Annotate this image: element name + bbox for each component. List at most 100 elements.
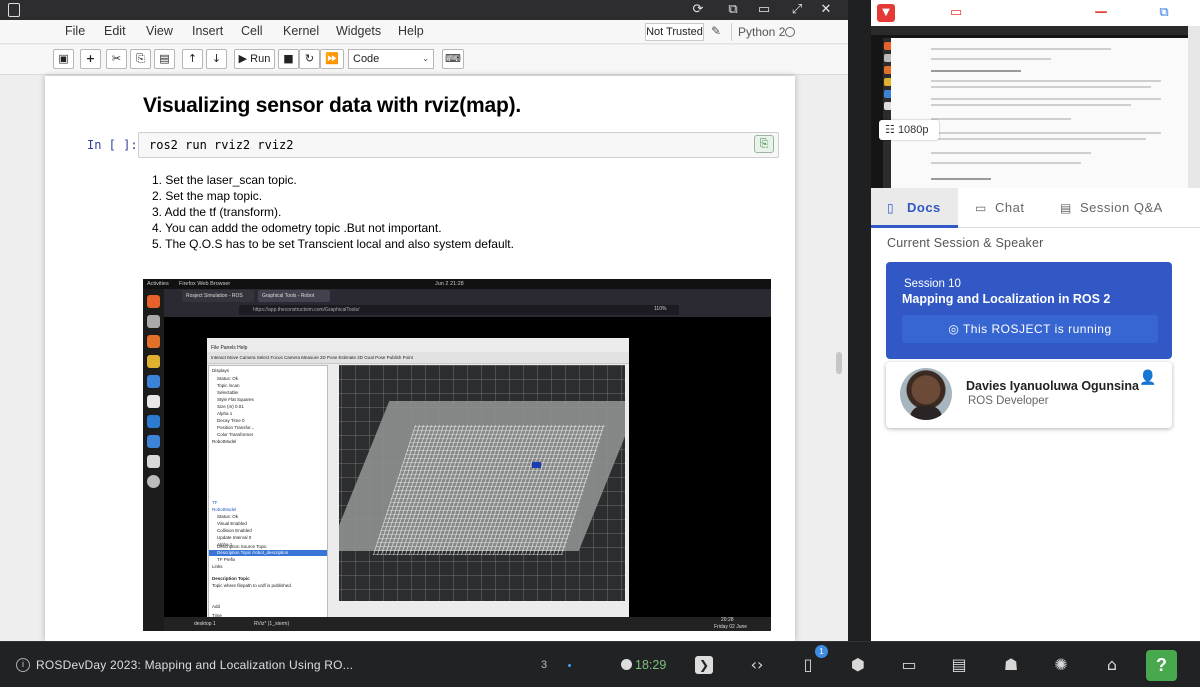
minimize-icon[interactable]: ▭ [755, 2, 773, 18]
menu-view[interactable]: View [146, 24, 173, 38]
description-title: Description Topic [212, 576, 250, 581]
bottom-bar: i ROSDevDay 2023: Mapping and Localizati… [0, 641, 1200, 687]
video-document [891, 38, 1188, 188]
info-icon[interactable]: i [16, 658, 30, 672]
remote-taskbar: desktop 1 RViz* (1_xterm) 20:28 Friday 0… [164, 617, 771, 631]
cell-type-select[interactable]: Code ⌄ [348, 49, 434, 69]
session-card[interactable]: Session 10 Mapping and Localization in R… [886, 262, 1172, 359]
save-icon[interactable]: ▣ [53, 49, 74, 69]
running-label: This ROSJECT is running [962, 322, 1112, 336]
help-button[interactable]: ? [1146, 650, 1177, 681]
quality-chip[interactable]: ☷ 1080p [879, 120, 939, 140]
app-icon [147, 475, 160, 488]
notebook-area[interactable]: Visualizing sensor data with rviz(map). … [0, 76, 848, 641]
rosject-running-button[interactable]: ◎ This ROSJECT is running [902, 315, 1158, 343]
tab-label: Session Q&A [1080, 200, 1163, 215]
display-row: Size (m) 0.01 [217, 404, 244, 409]
menu-help[interactable]: Help [398, 24, 424, 38]
restart-icon[interactable]: ↻ [299, 49, 320, 69]
browser-tab: Graphical Tools - Robot [258, 290, 330, 302]
files-icon [147, 315, 160, 328]
menu-kernel[interactable]: Kernel [283, 24, 319, 38]
desktop: ⟳ ⧉ ▭ ⤢ ✕ File Edit View Insert Cell Ker… [0, 0, 1200, 687]
chat-icon: ▭ [975, 201, 987, 216]
panel-scrollbar[interactable] [1188, 26, 1200, 188]
rviz-window: File Panels Help Interact Move Camera Se… [207, 338, 629, 623]
restart-run-all-icon[interactable]: ⏩ [320, 49, 344, 69]
steps-list: 1. Set the laser_scan topic. 2. Set the … [152, 172, 514, 252]
sidebar-toggle-icon[interactable] [8, 3, 20, 17]
display-row: Collision Enabled [217, 528, 252, 533]
text-line [931, 132, 1161, 134]
paste-icon[interactable]: ▤ [154, 49, 175, 69]
cell-type-value: Code [353, 53, 380, 65]
top-clock: Jun 2 21:28 [435, 281, 464, 287]
tab-session-qa[interactable]: ▤ Session Q&A [1060, 188, 1200, 228]
code-editor-icon[interactable]: ‹› [746, 654, 768, 676]
desktop-icon[interactable]: ▭ [898, 654, 920, 676]
chevron-down-icon: ⌄ [422, 54, 429, 63]
trust-button[interactable]: Not Trusted [645, 23, 704, 41]
page-count: 3 [541, 659, 548, 671]
code-text[interactable]: ros2 run rviz2 rviz2 [149, 138, 294, 152]
clock-value: 18:29 [635, 658, 667, 672]
record-icon[interactable]: ▼ [877, 4, 895, 22]
move-up-icon[interactable]: ↑ [182, 49, 203, 69]
rviz-toolbar: Interact Move Camera Select Focus Camera… [207, 352, 629, 364]
copy-icon[interactable]: ⎘ [130, 49, 151, 69]
robot-model [532, 462, 541, 468]
display-row: Status: Ok [217, 376, 239, 381]
vscode-icon [147, 435, 160, 448]
text-line [931, 162, 1081, 164]
terminal-icon[interactable]: ❯ [695, 656, 713, 674]
code-cell[interactable]: ros2 run rviz2 rviz2 ⎘ [138, 132, 779, 158]
display-row: Displays [212, 368, 230, 373]
text-line [931, 70, 1021, 72]
window-titlebar: ⟳ ⧉ ▭ ⤢ ✕ [0, 0, 848, 20]
popout-icon[interactable]: ⧉ [1153, 4, 1175, 22]
clock-icon [621, 659, 632, 670]
display-row: Visual Enabled [217, 521, 247, 526]
tab-docs[interactable]: ▯ Docs [871, 188, 958, 228]
app-name: Firefox Web Browser [179, 281, 231, 287]
copy-code-icon[interactable]: ⎘ [754, 135, 774, 153]
fullscreen-icon[interactable]: ⤢ [788, 2, 806, 18]
add-person-icon[interactable]: 👤 [1139, 370, 1156, 386]
interrupt-icon[interactable]: ■ [278, 49, 299, 69]
notebook-toolbar: ▣ + ✂ ⎘ ▤ ↑ ↓ ▶ Run ■ ↻ ⏩ Code ⌄ ⌨ [0, 45, 848, 75]
rviz-task: RViz* (1_xterm) [254, 621, 290, 627]
refresh-icon[interactable]: ⟳ [689, 2, 707, 18]
ubuntu-dock [143, 289, 164, 631]
app-icon [147, 415, 160, 428]
book-icon[interactable]: ▤ [948, 654, 970, 676]
copy-window-icon[interactable]: ⧉ [724, 2, 742, 18]
menu-cell[interactable]: Cell [241, 24, 263, 38]
run-button[interactable]: ▶ Run [234, 49, 275, 69]
display-row: Style Flat Squares [217, 397, 254, 402]
minus-icon[interactable]: — [1089, 4, 1113, 22]
robot-icon[interactable]: ☗ [1000, 654, 1022, 676]
menu-edit[interactable]: Edit [104, 24, 126, 38]
ai-assistant-icon[interactable]: ✺ [1050, 654, 1072, 676]
home-icon[interactable]: ⌂ [1101, 654, 1123, 676]
edit-pencil-icon[interactable]: ✎ [711, 24, 721, 38]
move-down-icon[interactable]: ↓ [206, 49, 227, 69]
notebook-icon[interactable]: ▯ [797, 654, 819, 676]
close-icon[interactable]: ✕ [817, 2, 835, 18]
add-cell-icon[interactable]: + [80, 49, 101, 69]
video-player[interactable]: ☷ 1080p [871, 26, 1188, 188]
app-icon [147, 355, 160, 368]
scrollbar-thumb[interactable] [836, 352, 842, 374]
tab-chat[interactable]: ▭ Chat [975, 188, 1045, 228]
app-icon [147, 395, 160, 408]
section-label: Current Session & Speaker [887, 236, 1044, 250]
kernel-status-icon [785, 27, 795, 37]
cube-icon[interactable]: ⬢ [847, 654, 869, 676]
menu-insert[interactable]: Insert [192, 24, 223, 38]
cut-icon[interactable]: ✂ [106, 49, 127, 69]
keyboard-icon[interactable]: ⌨ [442, 49, 464, 69]
panel-tabs: ▯ Docs ▭ Chat ▤ Session Q&A [871, 188, 1200, 228]
menu-file[interactable]: File [65, 24, 85, 38]
menu-widgets[interactable]: Widgets [336, 24, 381, 38]
screen-off-icon[interactable]: ▭ [945, 4, 967, 22]
